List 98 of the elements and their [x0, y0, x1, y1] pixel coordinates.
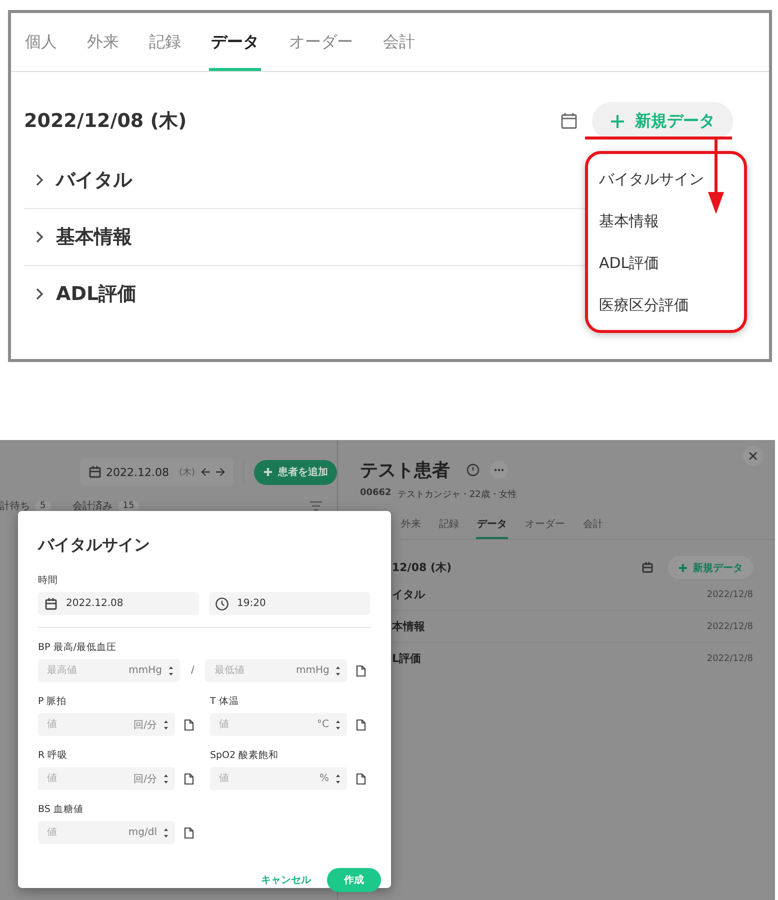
date-heading: 12/08 (木) [392, 560, 452, 575]
document-icon[interactable] [184, 718, 194, 730]
chevron-icon[interactable] [34, 288, 44, 300]
value-input[interactable]: 値 [47, 773, 130, 784]
spinner-icon[interactable] [163, 826, 169, 838]
add-patient-button[interactable]: 患者を追加 [254, 460, 337, 484]
tab[interactable]: 会計 [582, 513, 604, 539]
unit-label: 回/分 [134, 772, 157, 786]
document-icon[interactable] [184, 772, 194, 784]
plus-icon [610, 114, 625, 128]
tab[interactable]: 外来 [85, 13, 121, 71]
unit-label: mg/dl [128, 827, 157, 838]
patient-id: 00662 [360, 488, 392, 500]
arrow-right-icon[interactable] [215, 467, 226, 477]
unit-label: 回/分 [134, 718, 157, 732]
chevron-icon[interactable] [34, 231, 44, 243]
section-title[interactable]: ADL評価 [56, 281, 137, 307]
document-icon[interactable] [356, 664, 366, 676]
record-date: 2022/12/8 [706, 590, 753, 600]
number-field[interactable]: 値 回/分 [38, 713, 175, 736]
separator-label: / [191, 665, 194, 676]
calendar-icon [88, 465, 102, 479]
unit-label: °C [317, 719, 329, 730]
plus-icon [263, 467, 273, 477]
tab[interactable]: 外来 [400, 513, 422, 539]
menu-item[interactable]: 基本情報 [599, 212, 659, 230]
new-data-button[interactable]: 新規データ [592, 102, 733, 140]
date-field[interactable]: 2022.12.08 [38, 592, 199, 615]
spinner-icon[interactable] [163, 718, 169, 730]
tab[interactable]: データ [209, 13, 261, 71]
date-heading: 2022/12/08 (木) [24, 109, 187, 134]
tab[interactable]: 記録 [147, 13, 183, 71]
document-icon[interactable] [184, 826, 194, 838]
tab[interactable]: オーダー [287, 13, 355, 71]
weekday-label: (木) [178, 466, 196, 478]
value-input[interactable]: 値 [219, 773, 316, 784]
time-field[interactable]: 19:20 [209, 592, 370, 615]
number-field[interactable]: 値 °C [210, 713, 347, 736]
document-icon[interactable] [356, 718, 366, 730]
spinner-icon[interactable] [335, 664, 342, 676]
spinner-icon[interactable] [335, 718, 341, 730]
date-picker[interactable]: 2022.12.08 (木) [80, 458, 234, 486]
calendar-icon[interactable] [560, 112, 578, 130]
menu-item[interactable]: ADL評価 [599, 254, 660, 272]
unit-label: mmHg [128, 665, 162, 676]
menu-item[interactable]: バイタルサイン [599, 170, 704, 188]
field-label: 時間 [38, 574, 59, 587]
number-field[interactable]: 値 mg/dl [38, 821, 175, 844]
section-title[interactable]: 本情報 [392, 619, 425, 634]
number-field[interactable]: 値 回/分 [38, 767, 175, 790]
spinner-icon[interactable] [163, 772, 169, 784]
cancel-button[interactable]: キャンセル [261, 873, 311, 887]
dialog-title: バイタルサイン [38, 535, 151, 556]
field-label: P 脈拍 [38, 695, 68, 708]
more-icon[interactable] [490, 461, 508, 479]
value-input[interactable]: 最低値 [214, 665, 292, 676]
filter-icon[interactable] [310, 501, 322, 511]
field-label: T 体温 [210, 695, 240, 708]
patient-info: テストカンジャ・22歳・女性 [397, 488, 517, 501]
unit-label: % [319, 773, 329, 784]
field-label: SpO2 酸素飽和 [210, 749, 280, 762]
calendar-icon[interactable] [641, 561, 654, 574]
field-label: BP 最高/最低血圧 [38, 641, 118, 654]
arrow-left-icon[interactable] [201, 467, 212, 477]
section-title[interactable]: イタル [392, 587, 425, 602]
section-title[interactable]: 基本情報 [56, 224, 132, 250]
menu-item[interactable]: 医療区分評価 [599, 296, 689, 314]
record-date: 2022/12/8 [706, 654, 753, 664]
count-badge: 5 [35, 501, 51, 511]
field-label: BS 血糖値 [38, 803, 84, 816]
value-input[interactable]: 値 [47, 719, 130, 730]
counter-label: 計待ち [0, 500, 30, 513]
count-badge: 15 [118, 501, 140, 511]
clock-icon [215, 596, 229, 610]
chevron-icon[interactable] [34, 174, 44, 186]
number-field[interactable]: 値 % [210, 767, 347, 790]
section-title[interactable]: バイタル [56, 167, 132, 193]
value-input[interactable]: 値 [219, 719, 314, 730]
plus-icon [678, 562, 688, 572]
spinner-icon[interactable] [335, 772, 341, 784]
tab[interactable]: オーダー [524, 513, 566, 539]
patient-name: テスト患者 [360, 459, 450, 482]
close-icon[interactable] [743, 446, 763, 466]
tab[interactable]: 会計 [381, 13, 417, 71]
value-input[interactable]: 値 [47, 827, 124, 838]
calendar-icon [44, 596, 58, 610]
unit-label: mmHg [296, 665, 330, 676]
spinner-icon[interactable] [168, 664, 174, 676]
counter-label: 会計済み [72, 500, 113, 513]
record-date: 2022/12/8 [706, 622, 753, 632]
document-icon[interactable] [356, 772, 366, 784]
tab[interactable]: 個人 [23, 13, 59, 71]
field-label: R 呼吸 [38, 749, 69, 762]
section-title[interactable]: L評価 [392, 651, 422, 666]
create-button[interactable]: 作成 [327, 868, 381, 892]
tab[interactable]: 記録 [438, 513, 460, 539]
tab[interactable]: データ [476, 513, 508, 539]
number-field[interactable]: 最低値 mmHg [205, 659, 348, 682]
